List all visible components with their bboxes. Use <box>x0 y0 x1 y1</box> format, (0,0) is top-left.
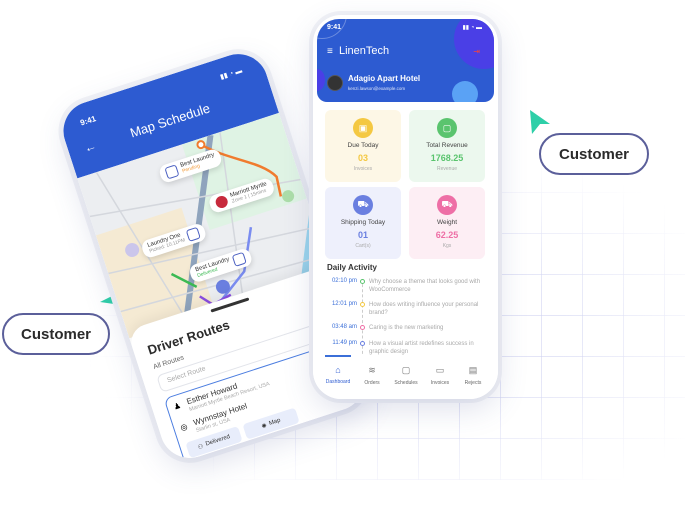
card-unit: Invoices <box>353 166 373 172</box>
card-value: 01 <box>357 230 368 240</box>
activity-time: 11:49 pm <box>332 340 357 346</box>
activity-text: How a visual artist redefines success in… <box>369 341 474 355</box>
person-icon: ♟ <box>172 400 183 412</box>
card-icon: ▭ <box>435 365 445 375</box>
map-label: Map <box>268 417 282 427</box>
hotel-email: kenzi.lawson@example.com <box>348 86 406 91</box>
people-icon: ⚇ <box>197 443 205 451</box>
nav-invoices[interactable]: ▭ Invoices <box>423 365 457 386</box>
driver-routes-title: Driver Routes <box>145 317 232 358</box>
status-icons: ▮▮ ◔ ▬ <box>462 25 482 31</box>
status-time: 9:41 <box>327 24 342 31</box>
activity-time: 12:01 pm <box>331 301 357 307</box>
timeline-dot-icon <box>360 325 365 330</box>
card-label: Weight <box>436 219 458 226</box>
dashboard-phone: 9:41 ▮▮ ◔ ▬ ≡ LinenTech ⇥ Adagio Apart H… <box>313 15 498 399</box>
card-unit: Kgs <box>442 243 452 249</box>
home-icon: ⌂ <box>335 365 341 375</box>
card-value: 1768.25 <box>430 153 464 163</box>
status-icons: ▮▮ ◔ ▬ <box>219 67 244 82</box>
customer-badge-left: Customer <box>2 313 110 355</box>
card-label: Shipping Today <box>340 219 386 226</box>
active-tab-indicator <box>325 355 351 357</box>
card-unit: Revenue <box>436 166 457 172</box>
calendar-icon: ▢ <box>401 365 411 375</box>
card-label: Due Today <box>347 142 379 149</box>
pointer-icon-right <box>530 110 550 134</box>
timeline-line <box>362 279 363 359</box>
hotel-name: Adagio Apart Hotel <box>348 74 421 83</box>
truck-icon: ⛟ <box>353 195 373 215</box>
nav-label: Dashboard <box>325 379 351 385</box>
card-unit: Cart(s) <box>355 243 371 249</box>
activity-time: 02:10 pm <box>331 278 357 284</box>
nav-orders[interactable]: ≋ Orders <box>355 365 389 386</box>
avatar[interactable] <box>327 75 343 91</box>
card-value: 62.25 <box>435 230 459 240</box>
laundry-icon <box>164 164 180 180</box>
nav-schedules[interactable]: ▢ Schedules <box>389 365 423 386</box>
card-value: 03 <box>357 153 368 163</box>
daily-activity-title: Daily Activity <box>327 263 377 272</box>
stat-card-shipping-today[interactable]: ⛟ Shipping Today 01 Cart(s) <box>325 187 401 259</box>
activity-text: Why choose a theme that looks good with … <box>369 279 481 293</box>
delivered-label: Delivered <box>205 434 231 448</box>
customer-badge-right: Customer <box>539 133 649 175</box>
nav-label: Invoices <box>430 380 450 386</box>
stat-card-due-today[interactable]: ▣ Due Today 03 Invoices <box>325 110 401 182</box>
activity-text: Caring is the new marketing <box>369 325 444 331</box>
menu-icon[interactable]: ≡ <box>327 46 333 57</box>
map-icon: ✺ <box>260 422 268 430</box>
location-icon: ◎ <box>179 421 189 433</box>
app-title: LinenTech <box>339 45 390 57</box>
decor-circle <box>317 69 325 91</box>
laundry-icon <box>232 251 248 267</box>
truck-icon: ⛟ <box>437 195 457 215</box>
timeline-dot-icon <box>360 341 365 346</box>
nav-label: Schedules <box>394 380 418 386</box>
decor-circle <box>452 81 478 102</box>
nav-label: Rejects <box>464 380 482 386</box>
nav-dashboard[interactable]: ⌂ Dashboard <box>321 365 355 385</box>
status-time: 9:41 <box>79 114 98 128</box>
bottom-nav: ⌂ Dashboard ≋ Orders ▢ Schedules ▭ Invoices … <box>313 355 498 399</box>
marriott-logo-icon <box>214 194 230 210</box>
clipboard-icon: ▤ <box>468 365 478 375</box>
card-label: Total Revenue <box>426 142 468 149</box>
dashboard-header: 9:41 ▮▮ ◔ ▬ ≡ LinenTech ⇥ Adagio Apart H… <box>317 19 494 102</box>
logout-icon[interactable]: ⇥ <box>473 47 480 56</box>
layers-icon: ≋ <box>368 365 376 375</box>
stage: Customer Customer 9:41 ▮▮ ◔ ▬ ← Map Sche… <box>0 0 685 516</box>
stat-card-weight[interactable]: ⛟ Weight 62.25 Kgs <box>409 187 485 259</box>
activity-time: 03:48 am <box>331 324 357 330</box>
stat-card-total-revenue[interactable]: ▢ Total Revenue 1768.25 Revenue <box>409 110 485 182</box>
laundry-icon <box>186 226 202 242</box>
timeline-dot-icon <box>360 279 365 284</box>
activity-text: How does writing influence your personal… <box>369 302 479 316</box>
nav-rejects[interactable]: ▤ Rejects <box>456 365 490 386</box>
wallet-icon: ▢ <box>437 118 457 138</box>
timeline-dot-icon <box>360 302 365 307</box>
money-icon: ▣ <box>353 118 373 138</box>
nav-label: Orders <box>364 380 380 386</box>
